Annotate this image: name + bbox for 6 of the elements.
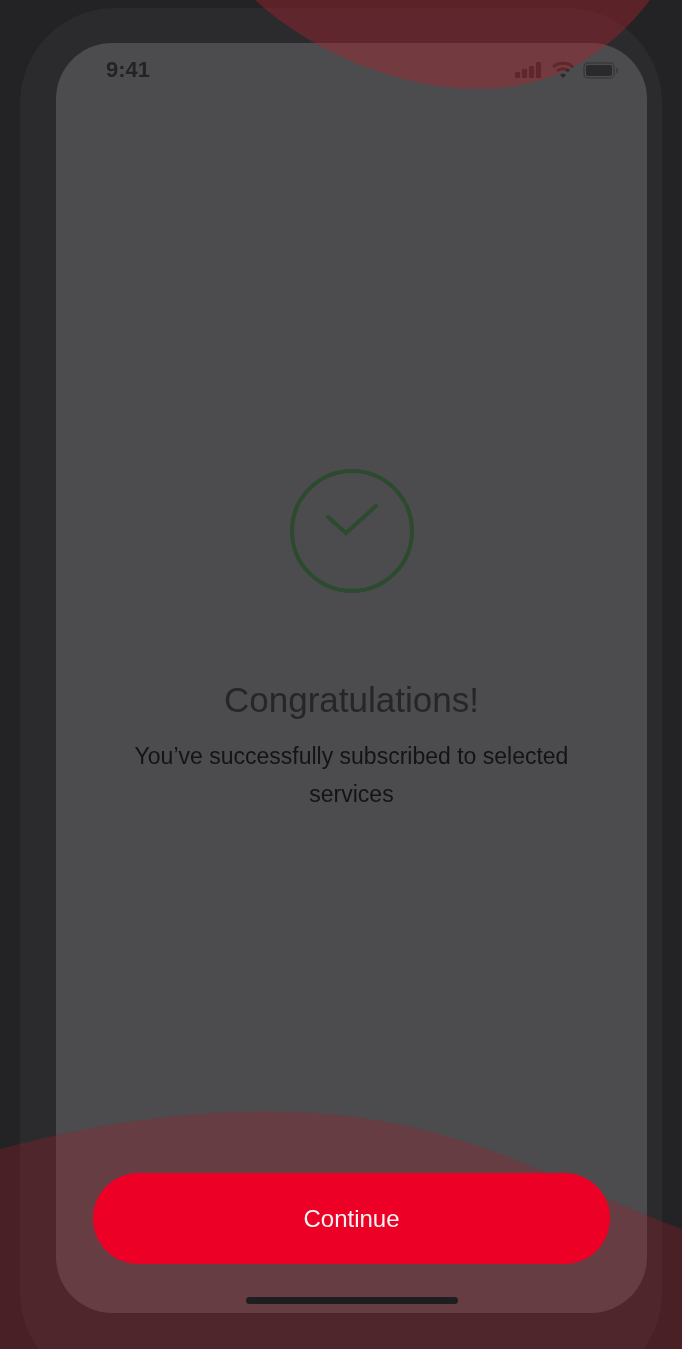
- battery-icon: [583, 61, 619, 79]
- continue-button[interactable]: Continue: [93, 1173, 610, 1264]
- wifi-icon: [551, 61, 575, 79]
- signal-icon: [515, 62, 543, 78]
- success-message: You’ve successfully subscribed to selected services: [133, 742, 570, 809]
- checkmark-circle-icon: [288, 468, 415, 594]
